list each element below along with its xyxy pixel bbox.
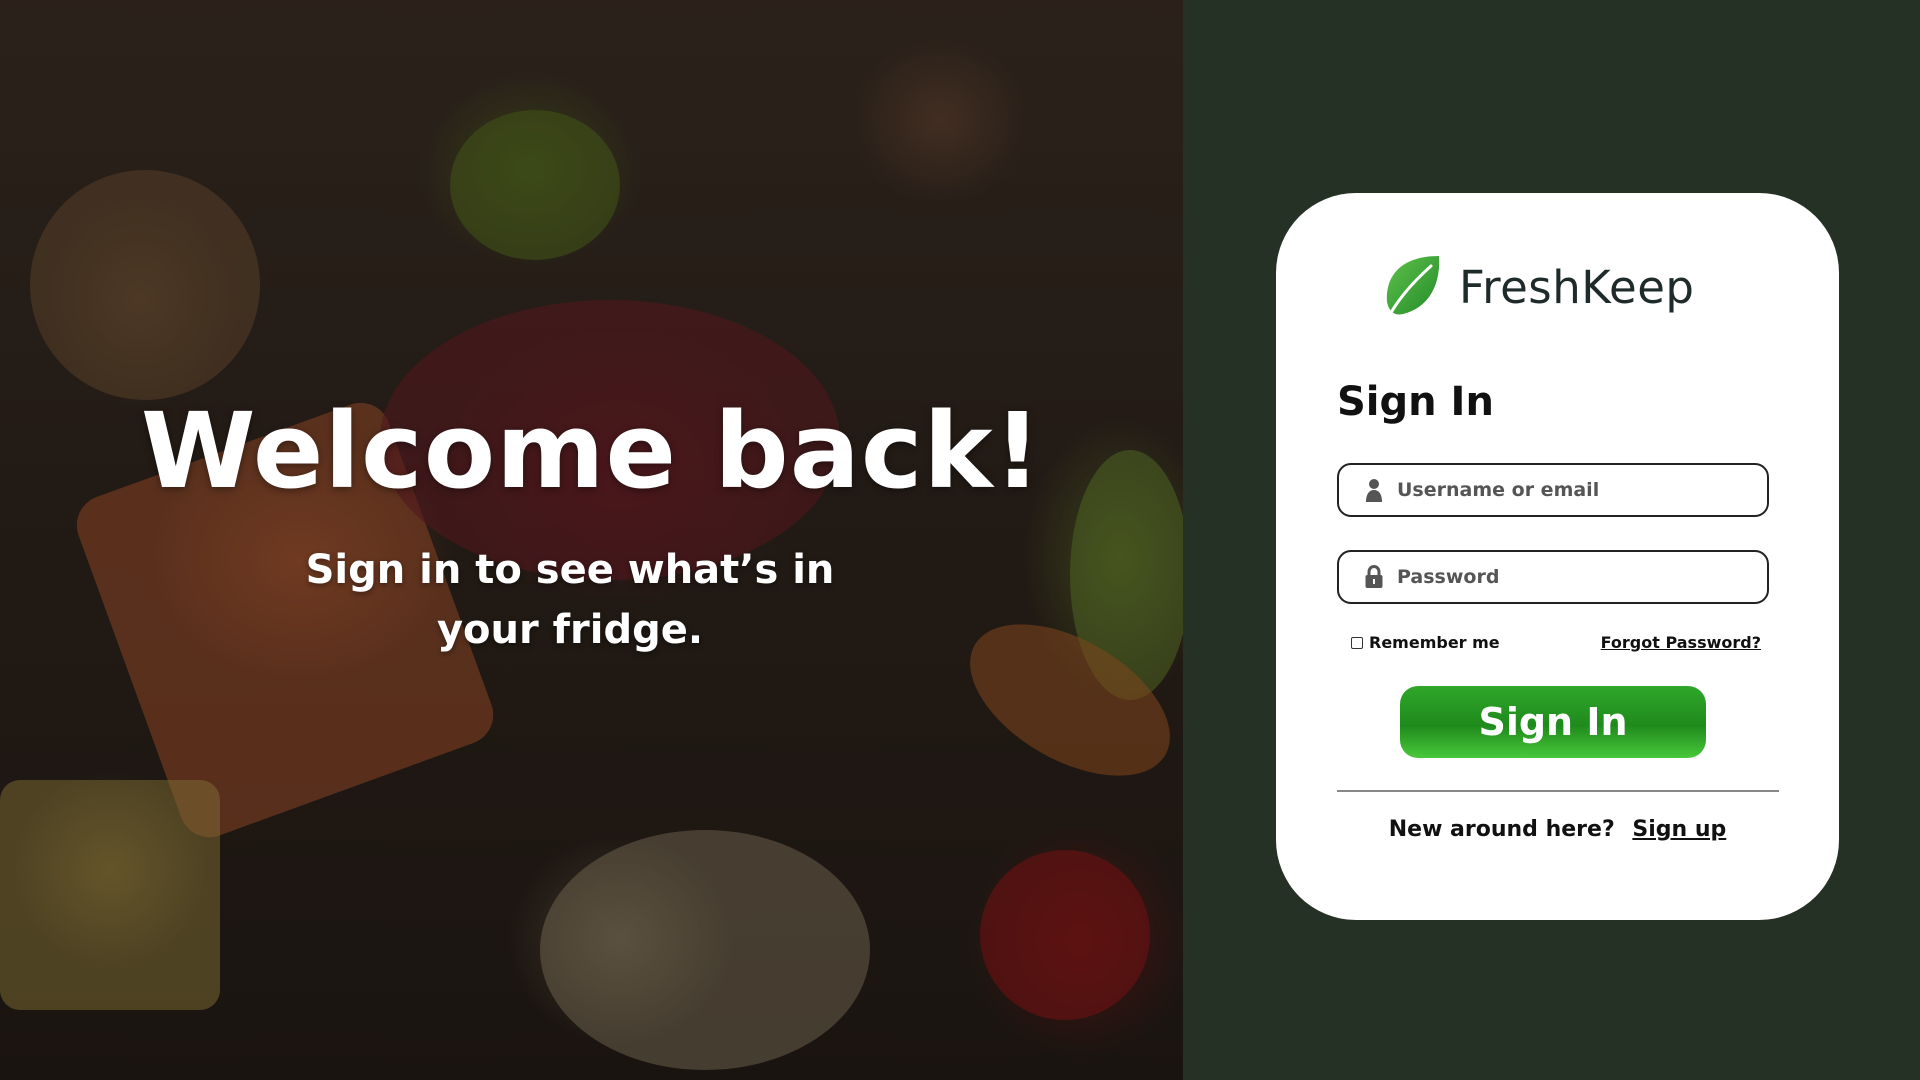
password-input[interactable]: [1395, 551, 1767, 603]
sign-in-button[interactable]: Sign In: [1400, 686, 1706, 758]
sign-in-title: Sign In: [1337, 379, 1494, 425]
hero-panel: Welcome back! Sign in to see what’s in y…: [0, 0, 1183, 1080]
brand-name: FreshKeep: [1459, 260, 1695, 314]
username-input[interactable]: [1395, 464, 1767, 516]
lock-icon: [1361, 565, 1387, 589]
brand-logo: FreshKeep: [1351, 239, 1751, 335]
signup-prompt-row: New around here? Sign up: [1276, 817, 1839, 842]
signup-prompt: New around here?: [1388, 817, 1615, 842]
remember-me-checkbox[interactable]: [1351, 636, 1363, 649]
remember-me[interactable]: Remember me: [1351, 633, 1500, 652]
user-icon: [1361, 478, 1387, 502]
welcome-heading: Welcome back!: [140, 390, 1043, 512]
sign-in-card: FreshKeep Sign In Remember me Forgot Pas…: [1276, 193, 1839, 920]
forgot-password-link[interactable]: Forgot Password?: [1601, 633, 1761, 652]
leaf-icon: [1386, 256, 1440, 318]
password-field[interactable]: [1337, 550, 1769, 604]
divider: [1337, 790, 1779, 792]
remember-me-label: Remember me: [1369, 633, 1500, 652]
sign-up-link[interactable]: Sign up: [1632, 817, 1726, 842]
username-field[interactable]: [1337, 463, 1769, 517]
welcome-subtitle: Sign in to see what’s in your fridge.: [305, 547, 835, 653]
